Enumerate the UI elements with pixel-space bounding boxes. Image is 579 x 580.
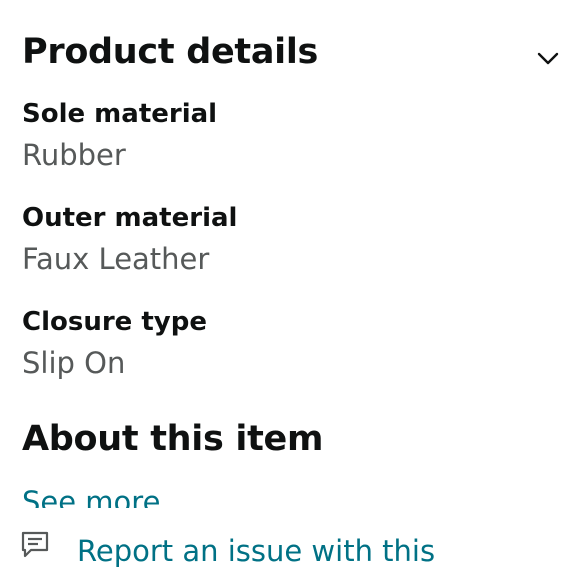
product-details-title: Product details <box>22 32 319 72</box>
detail-label: Outer material <box>22 203 238 233</box>
see-more-link[interactable]: See more <box>22 485 262 508</box>
detail-label: Closure type <box>22 307 207 337</box>
detail-closure-type: Closure type Slip On <box>22 307 207 380</box>
see-more-container: See more <box>22 483 262 508</box>
detail-value: Rubber <box>22 138 126 172</box>
report-issue-bar[interactable]: Report an issue with this <box>0 513 579 580</box>
feedback-icon <box>21 531 49 558</box>
detail-value: Slip On <box>22 346 126 380</box>
detail-value: Faux Leather <box>22 242 210 276</box>
product-page: Product details Sole material Rubber Out… <box>0 0 579 580</box>
report-issue-link[interactable]: Report an issue with this <box>77 534 435 568</box>
detail-sole-material: Sole material Rubber <box>22 99 217 172</box>
chevron-down-icon[interactable] <box>537 51 559 67</box>
about-this-item-title: About this item <box>22 419 324 459</box>
detail-outer-material: Outer material Faux Leather <box>22 203 237 276</box>
detail-label: Sole material <box>22 99 218 129</box>
